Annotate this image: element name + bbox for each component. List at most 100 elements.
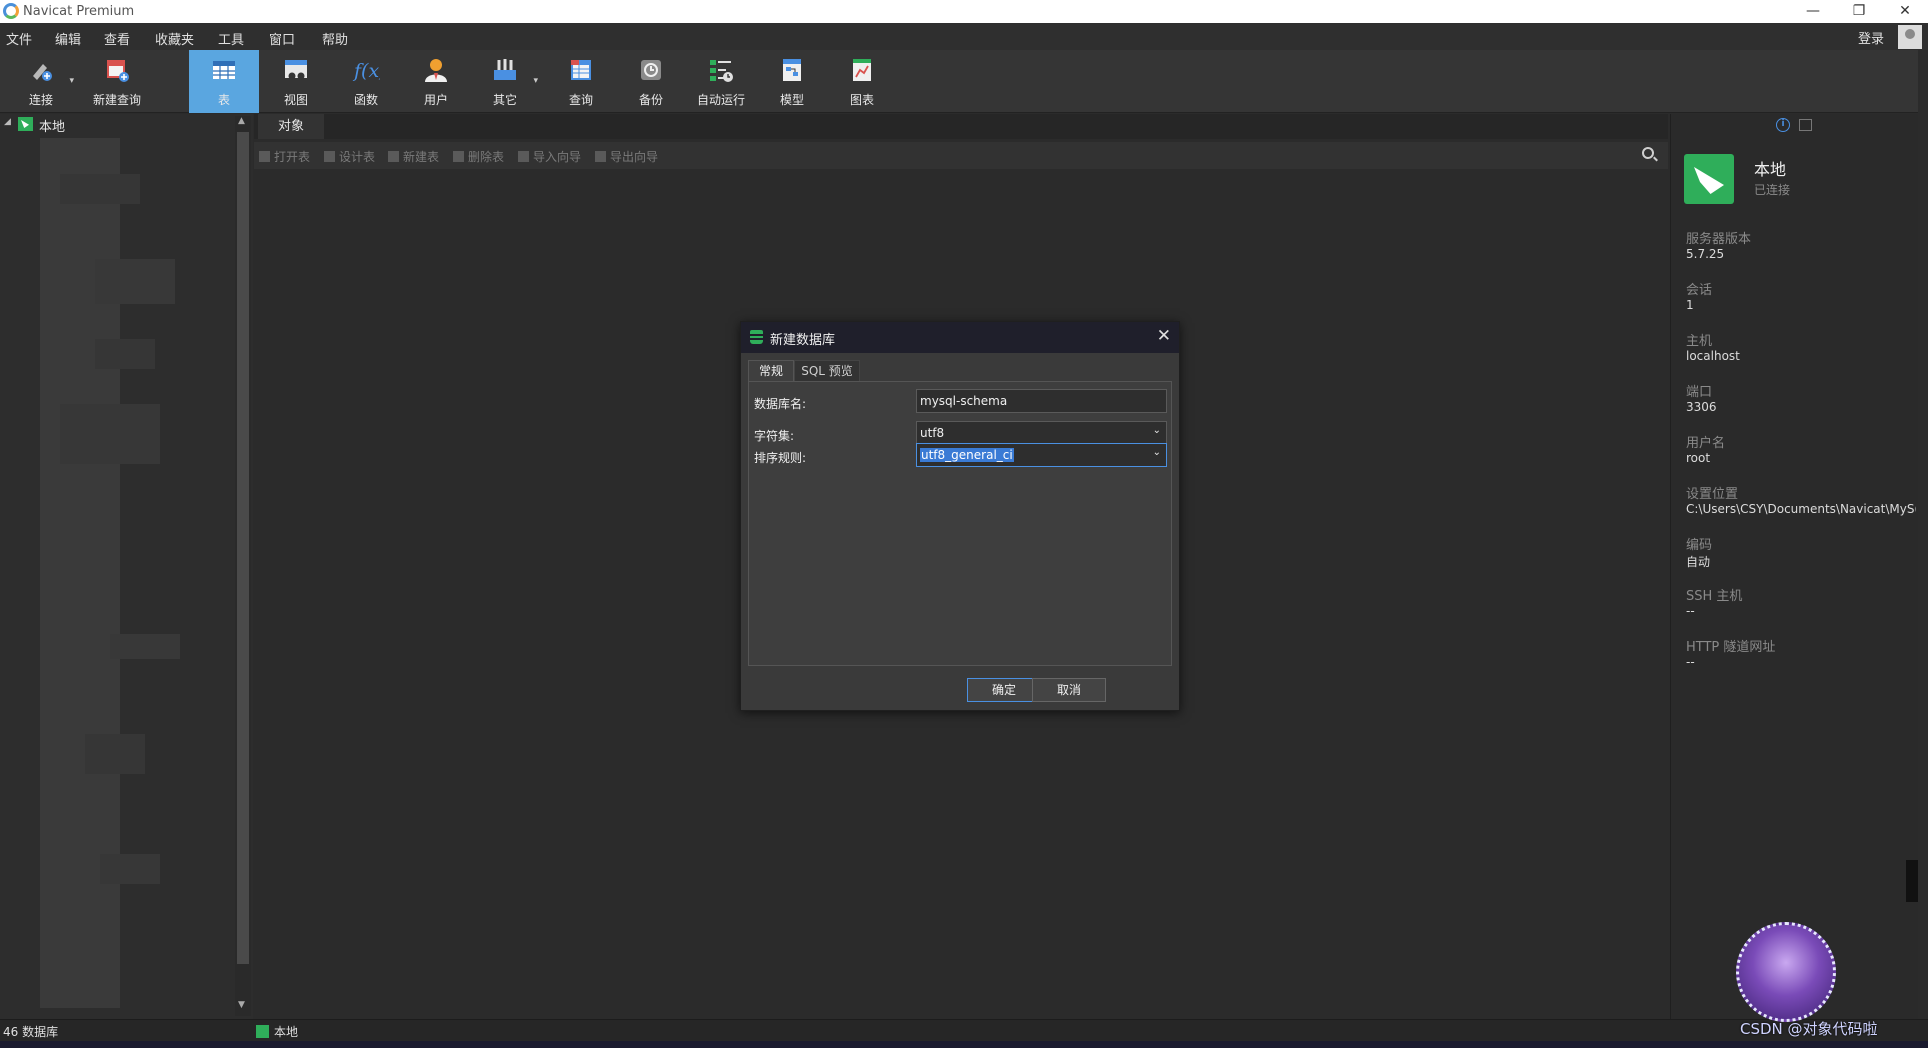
dropdown-arrow-icon[interactable]: ▾ [533,76,538,86]
db-name-input[interactable]: mysql-schema [916,389,1167,413]
tab-objects[interactable]: 对象 [258,114,324,139]
redacted-block [60,174,140,204]
tab-general[interactable]: 常规 [748,360,794,381]
toolbar-connection-button[interactable]: 连接 ▾ [6,50,76,113]
collation-select[interactable]: utf8_general_ci ⌄ [916,443,1167,467]
menu-bar: 文件 编辑 查看 收藏夹 工具 窗口 帮助 登录 [0,23,1928,50]
toolbar-model-button[interactable]: 模型 [757,50,827,113]
info-value: 1 [1686,298,1694,312]
info-row-host: 主机 localhost [1686,330,1916,363]
new-database-dialog: 新建数据库 ✕ 常规 SQL 预览 数据库名: mysql-schema 字符集… [740,321,1180,711]
toolbar-label: 查询 [568,93,593,107]
toolbar-automation-button[interactable]: 自动运行 [686,50,756,113]
toolbar-user-button[interactable]: 用户 [401,50,471,113]
function-icon: f(x) [352,60,380,82]
collation-value: utf8_general_ci [920,448,1014,462]
toolbar-label: 函数 [353,93,378,107]
csdn-watermark: CSDN @对象代码啦 [1724,918,1878,1046]
menu-file[interactable]: 文件 [6,29,32,48]
toolbar-other-button[interactable]: 其它 ▾ [470,50,540,113]
scroll-down-icon[interactable]: ▼ [238,1000,245,1010]
menu-tools[interactable]: 工具 [218,29,244,48]
navicat-logo-icon [3,3,19,19]
menu-favorites[interactable]: 收藏夹 [155,29,194,48]
dialog-body: 数据库名: mysql-schema 字符集: utf8 ⌄ 排序规则: utf8… [748,381,1172,666]
delete-table-button[interactable]: 删除表 [453,148,504,165]
avatar[interactable] [1898,25,1922,49]
toolbar-table-button[interactable]: 表 [189,50,259,113]
open-table-button[interactable]: 打开表 [259,148,310,165]
scroll-up-icon[interactable]: ▲ [238,116,245,126]
toolbar-label: 视图 [283,93,308,107]
other-icon [494,59,516,80]
info-value: 5.7.25 [1686,247,1725,261]
minimize-button[interactable]: — [1790,0,1836,23]
info-icon[interactable]: i [1776,118,1790,132]
export-wizard-button[interactable]: 导出向导 [595,148,658,165]
toolbar-label: 新建查询 [92,93,141,107]
chart-icon [853,59,871,81]
status-connection: 本地 [256,1023,298,1040]
scrollbar-thumb[interactable] [237,132,249,964]
toolbar-function-button[interactable]: f(x) 函数 [331,50,401,113]
menu-edit[interactable]: 编辑 [55,29,81,48]
user-icon [425,59,447,82]
dropdown-arrow-icon[interactable]: ▾ [69,76,74,86]
connection-icon [33,64,52,81]
toolbar-label: 模型 [779,93,804,107]
avatar-badge [1736,922,1836,1022]
mysql-logo-icon [1684,154,1734,204]
toolbar-label: 其它 [492,93,517,107]
charset-label: 字符集: [754,429,795,443]
side-collapse-handle[interactable] [1906,860,1918,902]
design-table-button[interactable]: 设计表 [324,148,375,165]
main-toolbar: 连接 ▾ 新建查询 表 视图 f(x) 函数 用户 其它 ▾ 查询 备份 自动运… [0,50,1918,113]
new-query-icon [107,60,129,82]
info-key: SSH 主机 [1686,589,1743,604]
chevron-down-icon[interactable]: ⌄ [1153,447,1161,458]
dialog-title-bar: 新建数据库 ✕ [741,322,1179,353]
toolbar-label: 连接 [28,93,53,107]
chevron-down-icon[interactable]: ⌄ [1153,425,1161,436]
info-key: 主机 [1686,334,1713,349]
window-title: Navicat Premium [23,4,135,19]
menu-help[interactable]: 帮助 [322,29,348,48]
expand-arrow-icon[interactable]: ◢ [4,117,11,127]
automation-icon [710,60,733,82]
new-table-button[interactable]: 新建表 [388,148,439,165]
database-icon [750,330,763,344]
ok-button[interactable]: 确定 [967,678,1041,702]
import-wizard-button[interactable]: 导入向导 [518,148,581,165]
info-value: root [1686,451,1711,465]
info-row-username: 用户名 root [1686,432,1916,465]
title-bar: Navicat Premium — ❐ ✕ [0,0,1928,23]
svg-text:f(x): f(x) [352,60,380,82]
toolbar-new-query-button[interactable]: 新建查询 [82,50,152,113]
model-icon [783,59,801,81]
status-connection-label: 本地 [274,1025,299,1039]
navigator-pane: ◢ 本地 ▲ ▼ [0,114,253,1019]
redacted-block [85,734,145,774]
toolbar-query-button[interactable]: 查询 [546,50,616,113]
tab-sql-preview[interactable]: SQL 预览 [794,360,860,381]
toolbar-chart-button[interactable]: 图表 [827,50,897,113]
info-value: 自动 [1686,555,1711,569]
search-icon[interactable] [1642,147,1654,159]
close-window-button[interactable]: ✕ [1882,0,1928,23]
toolbar-view-button[interactable]: 视图 [261,50,331,113]
close-icon[interactable]: ✕ [1157,326,1171,346]
tab-strip: 对象 [254,114,1668,139]
charset-value: utf8 [920,426,945,440]
toolbar-backup-button[interactable]: 备份 [616,50,686,113]
info-key: 用户名 [1686,436,1726,451]
ddl-icon[interactable] [1799,119,1812,131]
menu-view[interactable]: 查看 [104,29,130,48]
restore-button[interactable]: ❐ [1836,0,1882,23]
info-row-session: 会话 1 [1686,279,1916,312]
login-link[interactable]: 登录 [1858,28,1884,47]
cancel-button[interactable]: 取消 [1032,678,1106,702]
menu-window[interactable]: 窗口 [269,29,295,48]
navigator-scrollbar[interactable]: ▲ ▼ [235,116,251,1016]
charset-select[interactable]: utf8 ⌄ [916,421,1167,445]
info-value: C:\Users\CSY\Documents\Navicat\MyS( [1686,502,1916,516]
